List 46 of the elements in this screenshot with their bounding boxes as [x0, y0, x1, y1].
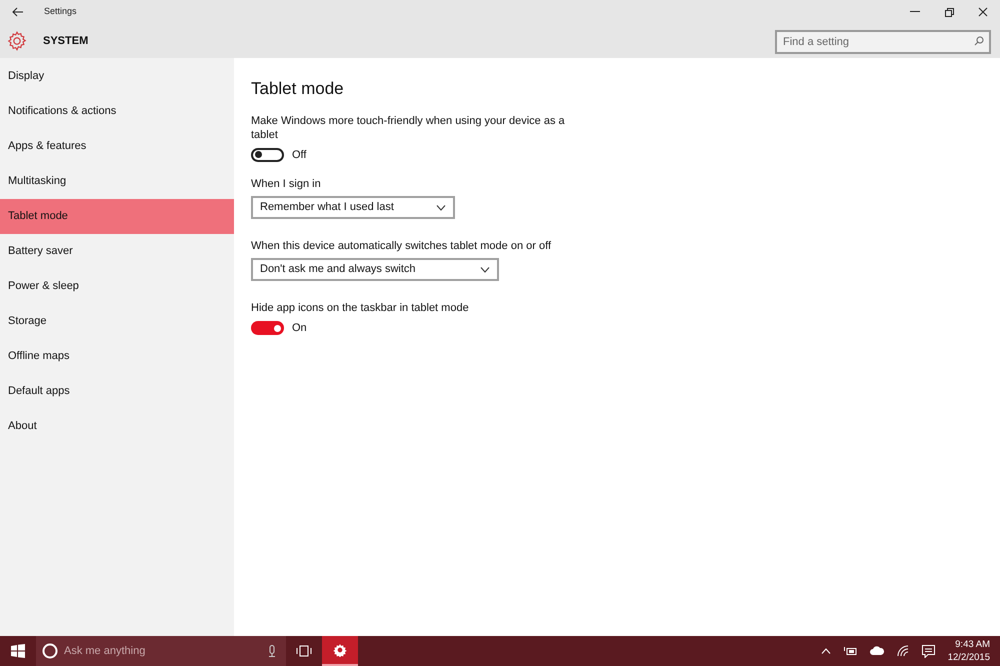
setting-label: When I sign in	[251, 177, 322, 191]
search-field[interactable]: Find a setting	[775, 30, 991, 54]
cortana-search-field[interactable]: Ask me anything	[36, 636, 286, 666]
settings-taskbar-button[interactable]	[322, 636, 358, 666]
search-icon[interactable]	[974, 36, 984, 46]
page-title: Tablet mode	[251, 78, 345, 100]
section-title: SYSTEM	[43, 34, 88, 49]
gear-icon	[7, 31, 27, 51]
minimize-icon[interactable]	[910, 11, 920, 13]
clock[interactable]: 9:43 AM 12/2/2015	[948, 638, 990, 664]
dropdown[interactable]: Don't ask me and always switch	[251, 258, 499, 281]
back-arrow-icon[interactable]	[12, 7, 24, 17]
window-title: Settings	[44, 5, 77, 18]
sidebar-item[interactable]: Notifications & actions	[0, 94, 234, 129]
sidebar-item[interactable]: Multitasking	[0, 164, 234, 199]
setting-label: Make Windows more touch-friendly when using your device as a tablet	[251, 114, 566, 142]
sidebar-item[interactable]: Apps & features	[0, 129, 234, 164]
chevron-down-icon	[436, 204, 446, 210]
sidebar-item[interactable]: Display	[0, 59, 234, 94]
chevron-down-icon	[480, 266, 490, 272]
toggle-state-label: On	[292, 321, 307, 336]
restore-icon[interactable]	[944, 8, 954, 16]
sidebar-item[interactable]: About	[0, 409, 234, 444]
toggle-switch[interactable]	[251, 148, 284, 162]
battery-icon[interactable]	[844, 646, 857, 656]
sidebar-item[interactable]: Battery saver	[0, 234, 234, 269]
gear-icon	[333, 643, 347, 657]
sidebar-item[interactable]: Default apps	[0, 374, 234, 409]
microphone-icon[interactable]	[268, 645, 276, 657]
sidebar-item[interactable]: Tablet mode	[0, 199, 234, 234]
cloud-icon[interactable]	[870, 646, 884, 656]
circle-icon	[42, 643, 58, 659]
sidebar-item[interactable]: Power & sleep	[0, 269, 234, 304]
wifi-icon[interactable]	[896, 645, 909, 657]
toggle-state-label: Off	[292, 148, 306, 162]
setting-label: When this device automatically switches tablet mode on or off	[251, 239, 552, 253]
sidebar-item[interactable]: Offline maps	[0, 339, 234, 374]
close-icon[interactable]	[978, 7, 988, 17]
task-view-icon[interactable]	[296, 645, 312, 657]
start-icon[interactable]	[11, 644, 25, 658]
dropdown[interactable]: Remember what I used last	[251, 196, 455, 219]
notification-icon[interactable]	[922, 644, 935, 658]
toggle-switch[interactable]	[251, 321, 284, 336]
chevron-up-icon[interactable]	[820, 648, 831, 654]
sidebar-item[interactable]: Storage	[0, 304, 234, 339]
setting-label: Hide app icons on the taskbar in tablet mode	[251, 301, 470, 315]
